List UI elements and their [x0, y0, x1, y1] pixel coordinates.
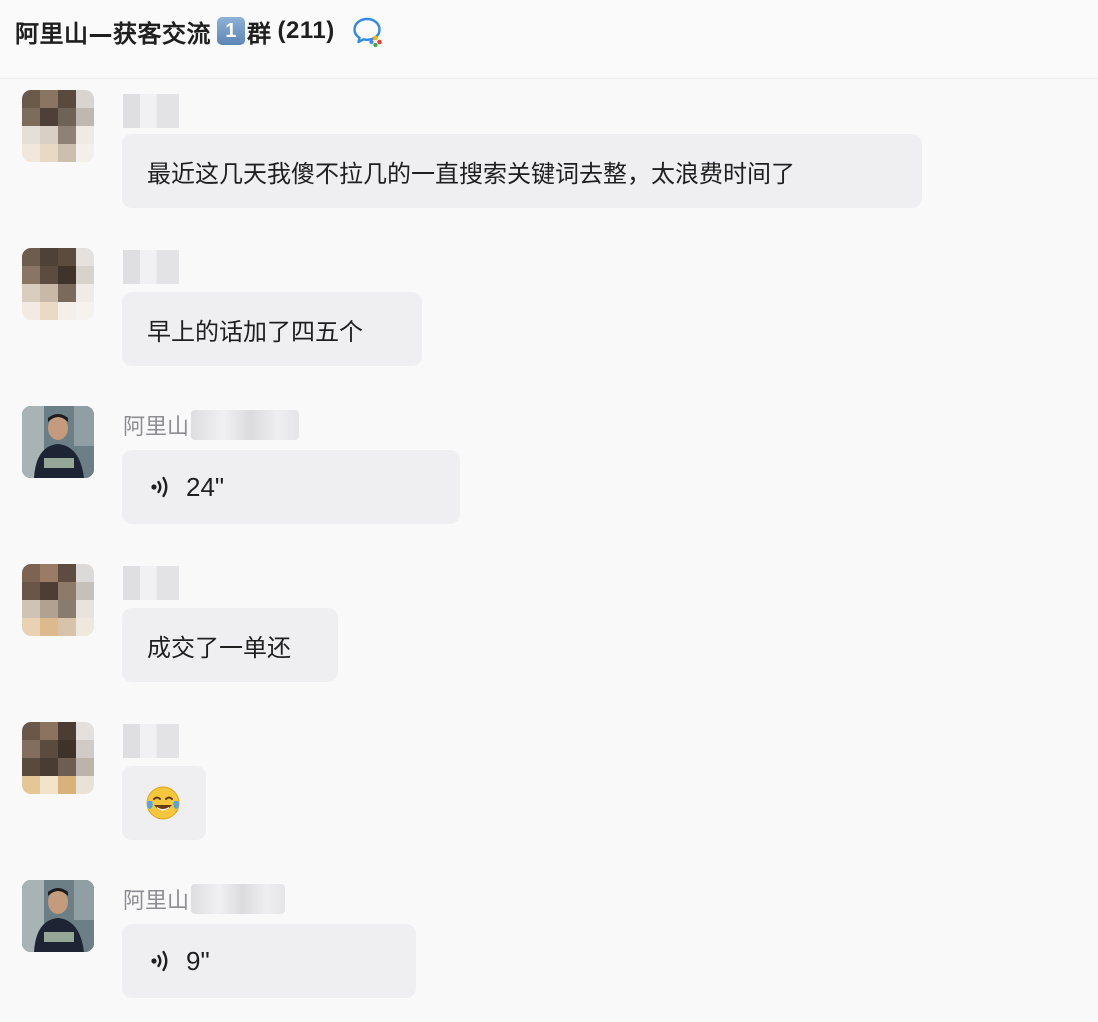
message-bubble[interactable]: 成交了一单还 — [122, 608, 338, 682]
sender-name — [123, 94, 179, 128]
avatar[interactable] — [22, 248, 94, 320]
message-bubble[interactable]: 最近这几天我傻不拉几的一直搜索关键词去整，太浪费时间了 — [122, 134, 922, 208]
chat-header: 阿里山—获客交流 1 群 (211) — [0, 0, 1098, 79]
sender-name — [123, 566, 179, 600]
wecom-chat-icon[interactable] — [351, 14, 385, 48]
person-photo — [22, 406, 94, 478]
voice-icon — [151, 476, 168, 498]
group-title-suffix: 群 — [247, 19, 272, 48]
blurred-name — [191, 884, 286, 914]
voice-duration: 24" — [186, 471, 225, 502]
blurred-name — [123, 250, 179, 284]
sender-name — [123, 724, 179, 758]
blurred-name — [123, 724, 179, 758]
avatar[interactable] — [22, 90, 94, 162]
avatar[interactable] — [22, 722, 94, 794]
avatar[interactable] — [22, 406, 94, 478]
member-count: (211) — [277, 17, 335, 44]
voice-message-bubble[interactable]: 24" — [122, 450, 460, 524]
sender-name: 阿里山 — [123, 882, 286, 916]
voice-duration: 9" — [186, 945, 210, 976]
person-photo — [22, 880, 94, 952]
avatar[interactable] — [22, 880, 94, 952]
voice-icon — [151, 950, 168, 972]
group-title-text: 阿里山—获客交流 — [15, 19, 211, 48]
number-one-badge: 1 — [217, 17, 245, 45]
message-text: 早上的话加了四五个 — [147, 317, 363, 346]
avatar[interactable] — [22, 564, 94, 636]
blurred-name — [123, 566, 179, 600]
blurred-name — [123, 94, 179, 128]
blurred-name — [191, 410, 300, 440]
sender-name — [123, 250, 179, 284]
voice-message-bubble[interactable]: 9" — [122, 924, 416, 998]
emoji-message-bubble[interactable] — [122, 766, 206, 840]
group-title[interactable]: 阿里山—获客交流 1 群 (211) — [15, 13, 385, 49]
message-text: 最近这几天我傻不拉几的一直搜索关键词去整，太浪费时间了 — [147, 159, 795, 188]
sender-name: 阿里山 — [123, 408, 300, 442]
crying-laughing-emoji-icon — [146, 786, 180, 820]
message-bubble[interactable]: 早上的话加了四五个 — [122, 292, 422, 366]
message-text: 成交了一单还 — [147, 633, 291, 662]
